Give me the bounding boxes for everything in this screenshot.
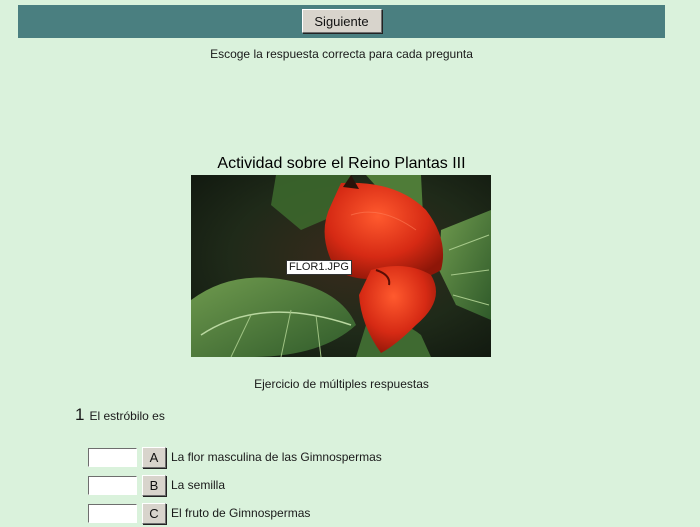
answer-button-b[interactable]: B — [142, 474, 166, 496]
flower-photo: FLOR1.JPG — [191, 175, 491, 357]
answer-row-b: B La semilla — [88, 471, 382, 499]
answer-text-b: La semilla — [171, 478, 226, 492]
answer-input-c[interactable] — [88, 503, 137, 523]
exercise-subtitle: Ejercicio de múltiples respuestas — [254, 377, 429, 391]
image-filename-label: FLOR1.JPG — [286, 260, 352, 275]
answer-row-c: C El fruto de Gimnospermas — [88, 499, 382, 527]
question-text: El estróbilo es — [89, 409, 165, 423]
answer-button-a[interactable]: A — [142, 446, 166, 468]
answer-row-a: A La flor masculina de las Gimnospermas — [88, 443, 382, 471]
toolbar: Siguiente — [18, 5, 665, 38]
answer-input-a[interactable] — [88, 447, 137, 467]
answer-input-b[interactable] — [88, 475, 137, 495]
next-button[interactable]: Siguiente — [301, 9, 382, 33]
answer-button-c[interactable]: C — [142, 502, 166, 524]
answer-text-a: La flor masculina de las Gimnospermas — [171, 450, 382, 464]
instructions-text: Escoge la respuesta correcta para cada p… — [210, 47, 473, 61]
answer-text-c: El fruto de Gimnospermas — [171, 506, 311, 520]
answer-list: A La flor masculina de las Gimnospermas … — [88, 443, 382, 527]
question-1: 1 El estróbilo es — [75, 405, 165, 425]
question-number: 1 — [75, 405, 85, 424]
page-title: Actividad sobre el Reino Plantas III — [217, 155, 466, 172]
